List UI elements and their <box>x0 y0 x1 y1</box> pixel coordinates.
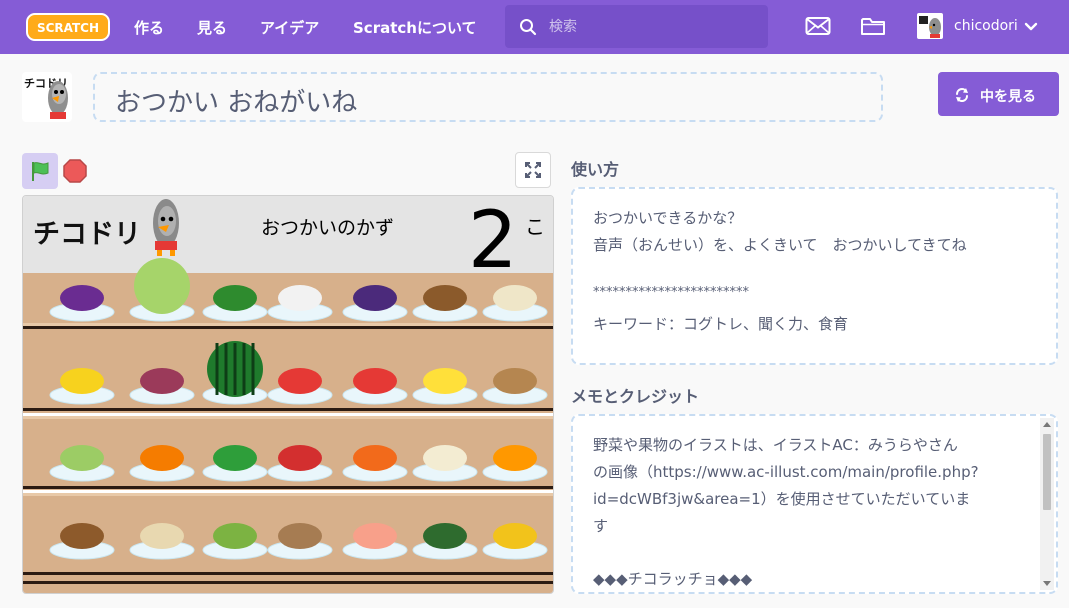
stage-logo-text: チコドリ <box>33 219 141 250</box>
bananas-shape <box>60 368 104 394</box>
eggplant-shape <box>353 285 397 311</box>
search-input[interactable] <box>549 5 749 48</box>
username-label[interactable]: chicodori <box>954 18 1018 34</box>
instructions-heading: 使い方 <box>571 160 620 179</box>
broccoli-shape <box>213 285 257 311</box>
stage-canvas[interactable]: チコドリ おつかいのかず 2 こ <box>23 196 553 593</box>
scratch-logo[interactable]: SCRATCH <box>26 12 110 42</box>
enoki-shape <box>423 445 467 471</box>
nav-ideas-link[interactable]: アイデア <box>260 17 319 38</box>
notes-line: の画像（https://www.ac-illust.com/main/profi… <box>593 463 979 481</box>
chicodori-mascot <box>153 199 179 256</box>
corn-shape <box>493 523 537 549</box>
nav-explore-link[interactable]: 見る <box>197 17 227 38</box>
fullscreen-button[interactable] <box>515 152 551 188</box>
stop-sign-icon[interactable] <box>62 158 88 184</box>
instructions-line: 音声（おんせい）を、よくきいて おつかいしてきてね <box>593 236 967 254</box>
search-bar[interactable] <box>505 5 768 48</box>
grapes-shape <box>60 285 104 311</box>
notes-scrollbar[interactable] <box>1040 418 1054 590</box>
project-stage[interactable]: チコドリ おつかいのかず 2 こ <box>22 195 554 594</box>
green-peppers-shape <box>213 445 257 471</box>
shimeji-shape <box>278 523 322 549</box>
nav-about-link[interactable]: Scratchについて <box>353 17 477 38</box>
instructions-line: おつかいできるかな？ <box>593 209 743 227</box>
lotus-root-shape <box>140 523 184 549</box>
user-avatar[interactable] <box>917 13 943 39</box>
potatoes-shape <box>493 368 537 394</box>
carrots-shape <box>353 445 397 471</box>
notes-credits-box[interactable]: 野菜や果物のイラストは、イラストAC：みうらやさん の画像（https://ww… <box>571 414 1058 594</box>
notes-credits-heading: メモとクレジット <box>571 387 700 406</box>
chevron-down-icon[interactable] <box>1024 20 1038 34</box>
taro-shape <box>60 523 104 549</box>
tomatoes-shape <box>353 368 397 394</box>
scroll-down-icon[interactable] <box>1043 581 1051 586</box>
remix-arrows-icon <box>956 88 968 102</box>
instructions-box[interactable]: おつかいできるかな？ 音声（おんせい）を、よくきいて おつかいしてきてね ***… <box>571 187 1058 365</box>
scratch-logo-text: SCRATCH <box>37 21 99 35</box>
see-inside-label: 中を見る <box>980 89 1036 105</box>
order-count-label: おつかいのかず <box>261 217 394 239</box>
strawberries-shape <box>278 368 322 394</box>
green-onion-shape <box>213 523 257 549</box>
persimmons-shape <box>140 445 184 471</box>
nav-create-link[interactable]: 作る <box>134 17 164 38</box>
cabbage-shape <box>60 445 104 471</box>
order-count-unit: こ <box>525 215 545 239</box>
green-flag-button[interactable] <box>22 153 58 189</box>
daikon-shape <box>278 285 322 311</box>
project-title-field[interactable]: おつかい おねがいね <box>93 72 883 122</box>
notes-line: す <box>593 517 609 535</box>
instructions-line: ************************ <box>593 285 749 300</box>
fullscreen-icon <box>525 162 541 178</box>
lemon-shape <box>423 368 467 394</box>
scroll-up-icon[interactable] <box>1043 422 1051 427</box>
apple-shape <box>278 445 322 471</box>
onions-shape <box>493 285 537 311</box>
messages-icon[interactable] <box>805 15 831 37</box>
my-stuff-folder-icon[interactable] <box>860 15 886 37</box>
project-title[interactable]: おつかい おねがいね <box>115 82 357 119</box>
mushrooms-shape <box>423 285 467 311</box>
notes-line: 野菜や果物のイラストは、イラストAC：みうらやさん <box>593 436 958 454</box>
order-count-value: 2 <box>468 196 518 286</box>
peaches-shape <box>353 523 397 549</box>
scrollbar-thumb[interactable] <box>1043 434 1051 510</box>
melon-shape <box>134 258 190 314</box>
pumpkin-shape <box>423 523 467 549</box>
sweet-potato-shape <box>140 368 184 394</box>
search-icon <box>520 19 537 36</box>
notes-line: id=dcWBf3jw&area=1）を使用させていただいていま <box>593 490 971 508</box>
notes-line: ◆◆◆チコラッチョ◆◆◆ <box>593 570 753 588</box>
instructions-line: キーワード：コグトレ、聞く力、食育 <box>593 315 849 333</box>
green-flag-icon <box>32 162 49 181</box>
project-author-avatar[interactable]: チコドリ <box>22 72 72 122</box>
oranges-shape <box>493 445 537 471</box>
top-nav-bar: SCRATCH 作る 見る アイデア Scratchについて chicodori <box>0 0 1069 54</box>
see-inside-button[interactable]: 中を見る <box>938 72 1059 116</box>
